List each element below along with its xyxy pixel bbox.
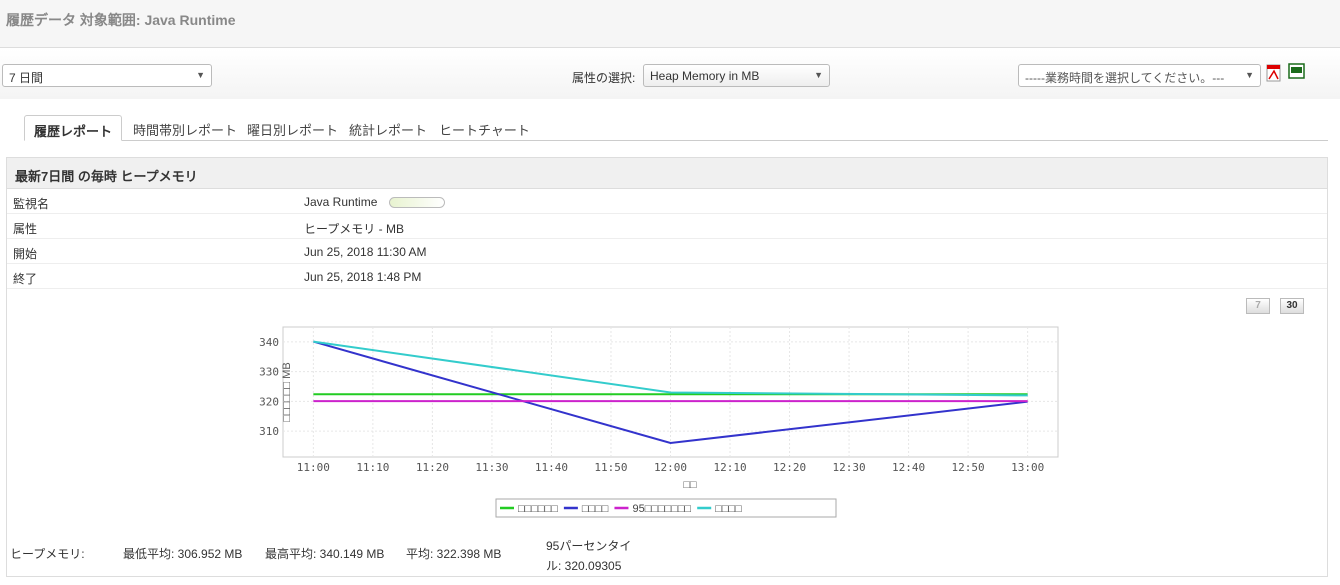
x-tick-label: 11:30 — [475, 461, 508, 474]
x-tick-label: 12:40 — [892, 461, 925, 474]
x-tick-label: 11:20 — [416, 461, 449, 474]
legend-label: □□□□ — [582, 503, 609, 515]
stats-label: ヒープメモリ: — [10, 547, 85, 561]
stats-max: 最高平均: 340.149 MB — [265, 547, 385, 561]
x-tick-label: 11:10 — [356, 461, 389, 474]
x-axis-label: □□ — [683, 479, 697, 491]
y-tick-label: 330 — [259, 366, 279, 379]
y-axis-label: □□□□□□ MB — [281, 362, 293, 421]
x-tick-label: 11:50 — [594, 461, 627, 474]
x-tick-label: 12:10 — [713, 461, 746, 474]
x-tick-label: 12:00 — [654, 461, 687, 474]
y-tick-label: 310 — [259, 425, 279, 438]
y-tick-label: 320 — [259, 395, 279, 408]
stats-p95-line2: ル: 320.09305 — [546, 559, 622, 573]
line-chart: 11:00 11:10 11:20 11:30 11:40 11:50 12:00 12:10… — [259, 326, 1059, 518]
stats-min: 最低平均: 306.952 MB — [123, 547, 243, 561]
x-tick-label: 12:30 — [833, 461, 866, 474]
legend-label: □□□□□□ — [518, 503, 558, 515]
y-tick-label: 340 — [259, 336, 279, 349]
x-tick-label: 11:00 — [297, 461, 330, 474]
legend-label: 95□□□□□□□ — [632, 503, 691, 515]
x-tick-label: 13:00 — [1011, 461, 1044, 474]
legend-label: □□□□ — [715, 503, 742, 515]
stats-p95-line1: 95パーセンタイ — [546, 539, 632, 553]
x-tick-label: 12:50 — [952, 461, 985, 474]
stats-avg: 平均: 322.398 MB — [406, 547, 502, 561]
x-tick-label: 11:40 — [535, 461, 568, 474]
x-tick-label: 12:20 — [773, 461, 806, 474]
